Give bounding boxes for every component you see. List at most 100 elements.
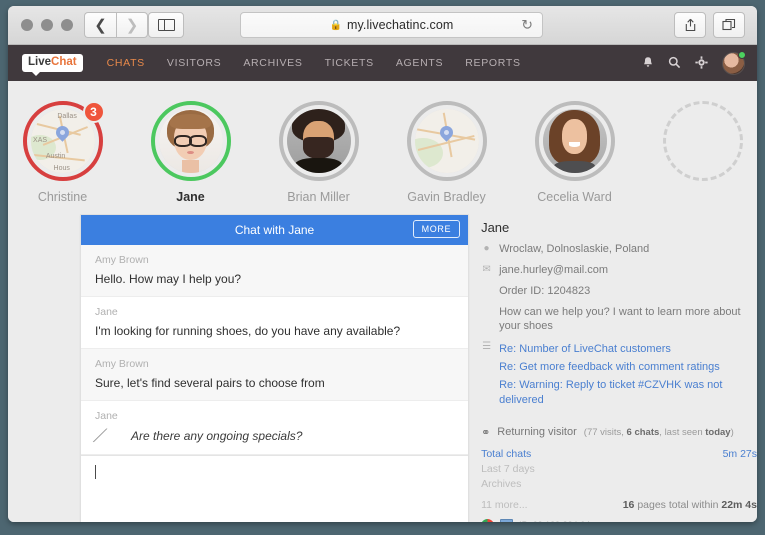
address-bar[interactable]: 🔒 my.livechatinc.com ↻	[240, 12, 543, 38]
message-text: I'm looking for running shoes, do you ha…	[95, 324, 401, 338]
glasses	[173, 134, 208, 148]
visitor-avatar-ring[interactable]: Dallas XAS Austin Hous 3	[22, 101, 105, 181]
nav-item-visitors[interactable]: VISITORS	[167, 57, 221, 69]
chat-message: Jane I'm looking for running shoes, do y…	[81, 297, 469, 349]
chat-message: Amy Brown Hello. How may I help you?	[81, 245, 469, 297]
agent-avatar[interactable]	[722, 50, 746, 75]
visitor-avatar-ring[interactable]	[278, 101, 359, 181]
visitor-email[interactable]: jane.hurley@mail.com	[499, 263, 757, 278]
chat-panel: Chat with Jane MORE Amy Brown Hello. How…	[80, 214, 470, 522]
navigation-buttons[interactable]: ❮ ❯	[84, 12, 148, 38]
back-button[interactable]: ❮	[84, 12, 116, 38]
pages-summary: 16 pages total within 22m 4s	[623, 499, 757, 511]
nav-icon-row	[642, 45, 746, 81]
text-caret	[95, 465, 96, 479]
visitor-name: Gavin Bradley	[407, 190, 486, 204]
message-author: Jane	[95, 410, 118, 422]
ticket-link[interactable]: Re: Warning: Reply to ticket #CZVHK was …	[499, 378, 757, 408]
visitor-chip-gavin-bradley[interactable]: Gavin Bradley	[399, 101, 495, 204]
empty-visitor-placeholder	[662, 101, 743, 181]
stat-label[interactable]: Archives	[481, 478, 521, 490]
stat-row-more: 11 more... 16 pages total within 22m 4s	[481, 499, 757, 511]
visitor-info-name: Jane	[481, 220, 510, 235]
ticket-list-icon: ☰	[482, 341, 492, 353]
pages-time: 22m 4s	[721, 498, 757, 511]
visitor-location-row: ● Wroclaw, Dolnoslaskie, Poland	[481, 242, 757, 257]
tabs-glyph	[722, 18, 736, 31]
sidebar-toggle-icon[interactable]	[148, 12, 184, 38]
nav-item-tickets[interactable]: TICKETS	[325, 57, 374, 69]
message-text: Hello. How may I help you?	[95, 272, 242, 286]
reload-icon[interactable]: ↻	[521, 17, 533, 34]
lastseen-label: , last seen	[659, 426, 706, 438]
chat-header: Chat with Jane MORE	[81, 215, 469, 245]
minimize-button[interactable]	[41, 19, 53, 31]
ip-address: IP: 63.139.234.64	[519, 520, 590, 522]
logo-live-text: Live	[28, 55, 52, 68]
map-label: Dallas	[57, 113, 77, 121]
stat-row-last-7-days: Last 7 days	[481, 463, 757, 475]
close-button[interactable]	[21, 19, 33, 31]
stat-label[interactable]: Total chats	[481, 448, 531, 460]
windows-icon	[500, 519, 514, 522]
visitor-status: Returning visitor	[497, 426, 577, 439]
window-controls[interactable]	[21, 19, 73, 31]
headset-icon: ⚭	[481, 426, 491, 439]
visitor-location: Wroclaw, Dolnoslaskie, Poland	[499, 243, 650, 255]
visitor-avatar-ring[interactable]	[150, 101, 231, 181]
visitor-email-row: ✉ jane.hurley@mail.com	[481, 263, 757, 278]
visits-text: (77 visits,	[583, 426, 627, 438]
share-icon[interactable]	[674, 12, 706, 38]
pages-mid-text: pages total within	[634, 498, 722, 511]
visitor-chip-empty[interactable]	[655, 101, 751, 204]
nav-item-agents[interactable]: AGENTS	[396, 57, 443, 69]
forward-button[interactable]: ❯	[116, 12, 148, 38]
visitor-avatar-ring[interactable]	[406, 101, 487, 181]
url-text: my.livechatinc.com	[346, 18, 454, 32]
visitor-chip-brian-miller[interactable]: Brian Miller	[271, 101, 367, 204]
toolbar-right-buttons[interactable]	[674, 12, 745, 38]
browser-window: ❮ ❯ 🔒 my.livechatinc.com ↻ LiveChat CHAT…	[8, 6, 757, 522]
nav-item-archives[interactable]: ARCHIVES	[243, 57, 302, 69]
map-label: Hous	[53, 165, 70, 173]
paren-close: )	[730, 426, 734, 438]
map-avatar	[414, 109, 479, 173]
more-link[interactable]: 11 more...	[481, 499, 528, 511]
visitor-chip-jane[interactable]: Jane	[143, 101, 239, 204]
map-pin-icon	[437, 122, 456, 142]
pencil-icon: ╱	[94, 427, 104, 444]
gear-icon[interactable]	[695, 55, 708, 71]
message-author: Amy Brown	[95, 358, 149, 370]
more-button[interactable]: MORE	[412, 220, 461, 238]
tabs-icon[interactable]	[713, 12, 745, 38]
bell-icon[interactable]	[642, 56, 654, 71]
message-text: Are there any ongoing specials?	[131, 429, 303, 443]
app-page: Dallas XAS Austin Hous 3 Christine Jane …	[8, 81, 757, 522]
stat-label[interactable]: Last 7 days	[481, 463, 535, 475]
share-glyph	[685, 18, 695, 32]
search-icon[interactable]	[668, 56, 681, 71]
visitor-chip-christine[interactable]: Dallas XAS Austin Hous 3 Christine	[15, 101, 111, 204]
returning-visitor-row: ⚭ Returning visitor (77 visits, 6 chats,…	[481, 426, 757, 439]
visitor-avatar	[286, 109, 351, 173]
tickets-list: Re: Number of LiveChat customers Re: Get…	[499, 342, 757, 410]
ticket-link[interactable]: Re: Get more feedback with comment ratin…	[499, 360, 757, 375]
maximize-button[interactable]	[61, 19, 73, 31]
visitor-chip-cecelia-ward[interactable]: Cecelia Ward	[527, 101, 623, 204]
chat-message-typing: Jane ╱ Are there any ongoing specials?	[81, 401, 469, 455]
visitor-name: Brian Miller	[287, 190, 350, 204]
ticket-link[interactable]: Re: Number of LiveChat customers	[499, 342, 757, 357]
message-input[interactable]	[81, 455, 469, 497]
pages-count: 16	[622, 498, 635, 511]
nav-item-chats[interactable]: CHATS	[107, 57, 145, 69]
online-status-dot	[738, 50, 746, 59]
nav-item-reports[interactable]: REPORTS	[465, 57, 520, 69]
visitor-name: Christine	[37, 190, 88, 204]
stat-value: 5m 27s	[722, 447, 757, 460]
browser-toolbar: ❮ ❯ 🔒 my.livechatinc.com ↻	[8, 6, 757, 45]
lock-icon: 🔒	[329, 19, 342, 31]
livechat-logo[interactable]: LiveChat	[22, 53, 83, 76]
visitor-order-row: Order ID: 1204823	[481, 284, 757, 299]
visitor-avatar-ring[interactable]	[534, 101, 615, 181]
search-glyph	[668, 56, 681, 68]
